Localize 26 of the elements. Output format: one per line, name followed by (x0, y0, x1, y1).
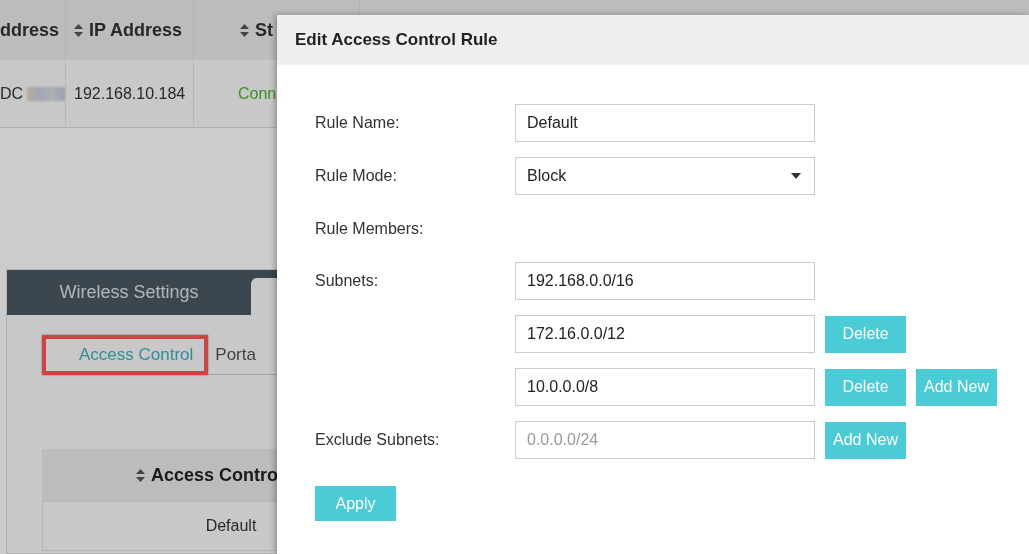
sort-icon[interactable] (135, 468, 145, 482)
table-cell: 192.168.10.184 (74, 84, 186, 103)
input-field[interactable]: 192.168.0.0/16 (515, 262, 815, 300)
input-field[interactable]: 10.0.0.0/8 (515, 368, 815, 406)
column-header[interactable]: Access Contro (150, 464, 278, 486)
field-label: Rule Name: (315, 113, 401, 133)
table-cell: DC (0, 84, 24, 103)
column-header[interactable]: IP Address (89, 19, 183, 41)
caret-icon (791, 173, 801, 179)
dropdown[interactable]: Block (515, 157, 815, 195)
field-label: Rule Members: (315, 219, 425, 239)
field-label: Exclude Subnets: (315, 430, 441, 450)
subtab[interactable]: Porta (215, 345, 256, 365)
input-field[interactable]: 0.0.0.0/24 (515, 421, 815, 459)
input-field[interactable]: 172.16.0.0/12 (515, 315, 815, 353)
tab[interactable]: Wireless Settings (7, 270, 251, 315)
column-header[interactable]: St (255, 19, 273, 41)
input-field[interactable]: Default (515, 104, 815, 142)
field-label: Subnets: (315, 271, 380, 291)
column-header[interactable]: ddress (0, 19, 60, 41)
dialog-title: Edit Access Control Rule (295, 30, 498, 50)
sort-icon[interactable] (74, 23, 83, 37)
sort-icon[interactable] (240, 23, 249, 37)
table-cell: Conn (238, 84, 277, 103)
table-cell: Default (205, 517, 257, 535)
field-label: Rule Mode: (315, 166, 398, 186)
